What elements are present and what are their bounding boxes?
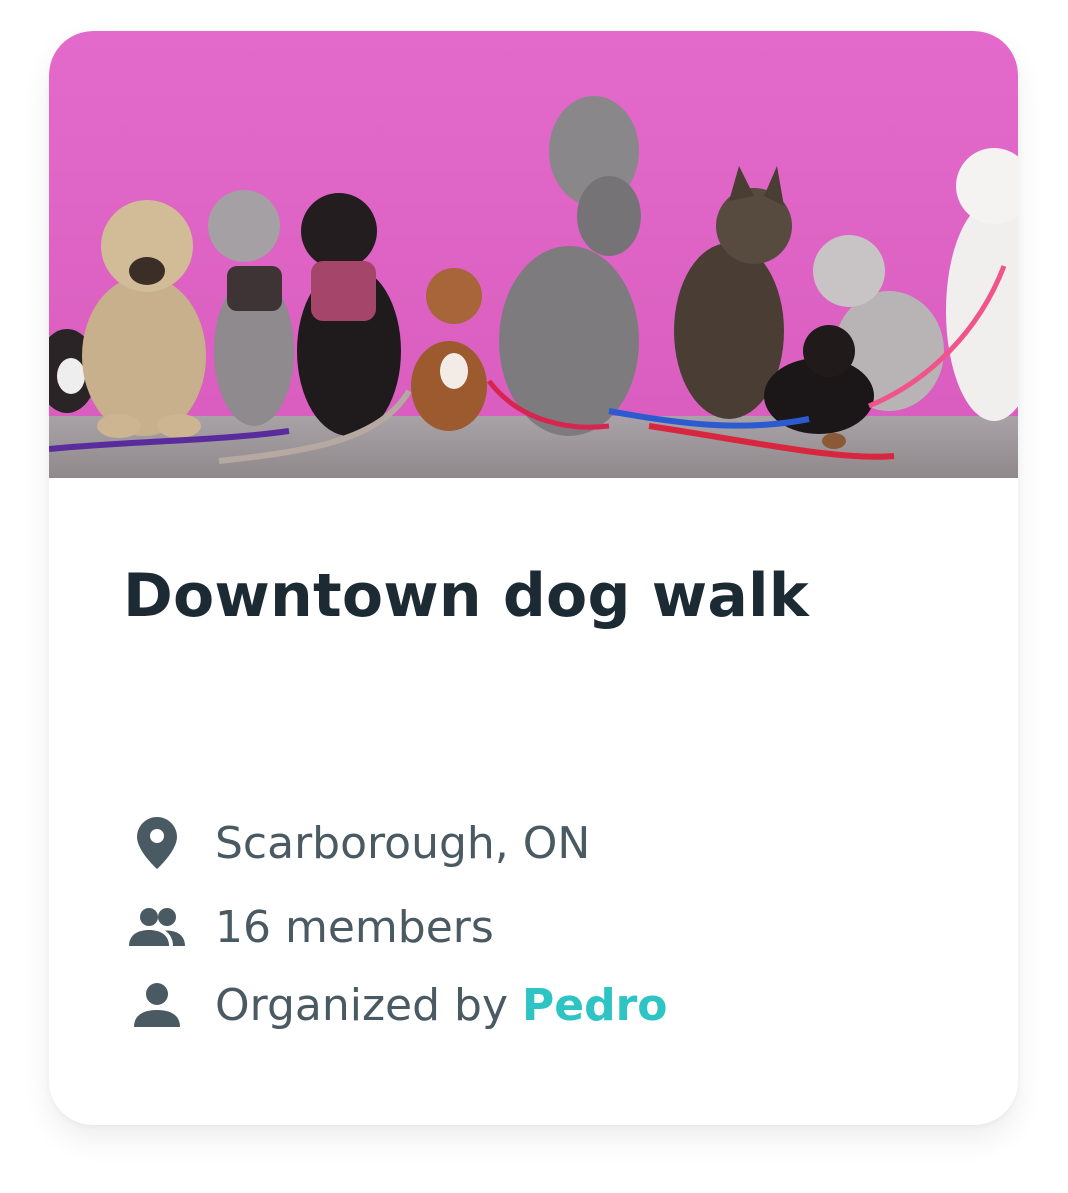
group-icon <box>129 899 185 955</box>
group-card[interactable]: Downtown dog walk Scarborough, ON 16 mem… <box>49 31 1018 1125</box>
group-location: Scarborough, ON <box>129 813 590 873</box>
group-title[interactable]: Downtown dog walk <box>123 561 809 631</box>
members-count: 16 members <box>215 901 494 953</box>
group-members: 16 members <box>129 897 494 957</box>
dogs-photo <box>49 31 1018 478</box>
person-icon <box>129 977 185 1033</box>
organizer-text: Organized by Pedro <box>215 980 668 1031</box>
location-text: Scarborough, ON <box>215 817 591 869</box>
group-organizer: Organized by Pedro <box>129 975 668 1035</box>
group-cover-image[interactable] <box>49 31 1018 478</box>
location-pin-icon <box>129 815 185 871</box>
organizer-link[interactable]: Pedro <box>522 980 668 1031</box>
organizer-prefix: Organized by <box>215 979 522 1031</box>
